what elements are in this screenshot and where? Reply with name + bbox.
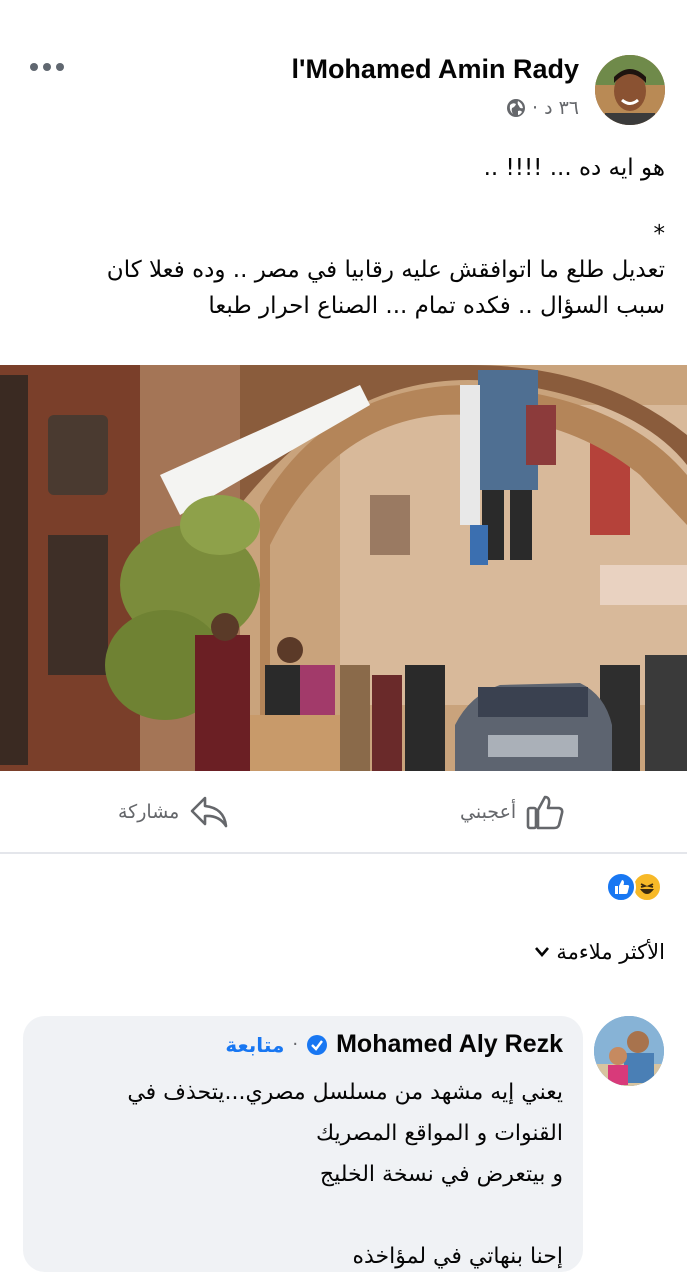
post-text-line: تعديل طلع ما اتوافقش عليه رقابيا في مصر … bbox=[106, 257, 665, 283]
post-time[interactable]: ٣٦ د bbox=[544, 97, 579, 119]
actions-divider bbox=[0, 852, 687, 854]
post-text-line: * bbox=[653, 221, 666, 247]
comment-line: القنوات و المواقع المصريك bbox=[315, 1121, 563, 1146]
like-reaction-icon bbox=[606, 872, 636, 902]
post-text: هو ايه ده ... !!!! .. * تعديل طلع ما اتو… bbox=[25, 150, 665, 324]
sort-label: الأكثر ملاءمة bbox=[556, 940, 665, 964]
commenter-name[interactable]: Mohamed Aly Rezk bbox=[336, 1030, 563, 1059]
share-label: مشاركة bbox=[118, 801, 180, 823]
author-avatar[interactable] bbox=[595, 55, 665, 125]
comment-line: إحنا بنهاتي في لمؤاخذه bbox=[352, 1244, 563, 1269]
haha-reaction-icon bbox=[632, 872, 662, 902]
separator-dot: · bbox=[532, 97, 539, 119]
post-meta: ٣٦ د · bbox=[506, 97, 579, 119]
post-header: l'Mohamed Amin Rady ٣٦ د · bbox=[0, 0, 687, 140]
post-photo[interactable] bbox=[0, 365, 687, 771]
comment-line: يعني إيه مشهد من مسلسل مصري...يتحذف في bbox=[127, 1080, 563, 1105]
commenter-avatar[interactable] bbox=[594, 1016, 664, 1086]
comment-bubble[interactable]: Mohamed Aly Rezk · متابعة يعني إيه مشهد … bbox=[23, 1016, 583, 1272]
separator-dot: · bbox=[292, 1034, 299, 1055]
comment-text: يعني إيه مشهد من مسلسل مصري...يتحذف في ا… bbox=[43, 1072, 563, 1277]
comment-sort-dropdown[interactable]: الأكثر ملاءمة bbox=[534, 940, 665, 964]
share-button[interactable]: مشاركة bbox=[118, 794, 229, 830]
post-text-line: سبب السؤال .. فكده تمام ... الصناع احرار… bbox=[208, 293, 665, 319]
post-text-line: هو ايه ده ... !!!! .. bbox=[483, 155, 665, 181]
post-actions: أعجبني مشاركة bbox=[0, 780, 687, 850]
chevron-down-icon bbox=[535, 947, 550, 957]
like-button[interactable]: أعجبني bbox=[460, 794, 564, 830]
share-arrow-icon bbox=[191, 796, 228, 828]
street-scene-image bbox=[0, 365, 687, 771]
verified-badge-icon bbox=[307, 1034, 328, 1055]
like-label: أعجبني bbox=[460, 801, 517, 823]
follow-button[interactable]: متابعة bbox=[225, 1033, 284, 1057]
comment-line: و بيتعرض في نسخة الخليج bbox=[319, 1162, 563, 1187]
author-name[interactable]: l'Mohamed Amin Rady bbox=[292, 54, 579, 85]
globe-icon bbox=[507, 99, 526, 117]
comment-header: Mohamed Aly Rezk · متابعة bbox=[225, 1030, 563, 1059]
reactions-summary[interactable] bbox=[606, 872, 670, 904]
more-options-icon[interactable] bbox=[30, 52, 70, 82]
thumbs-up-icon bbox=[526, 795, 564, 830]
